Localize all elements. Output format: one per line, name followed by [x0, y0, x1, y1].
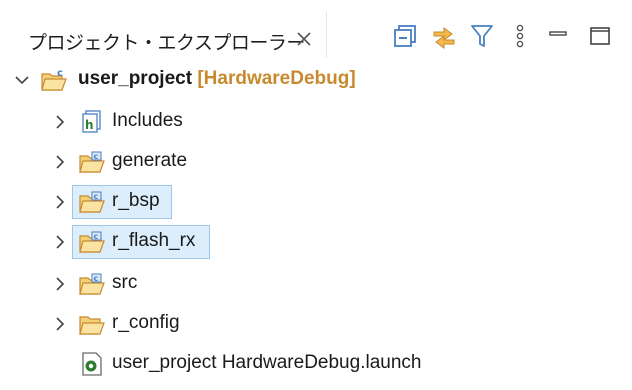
- tab-title: プロジェクト・エクスプローラー: [28, 33, 305, 54]
- chevron-right-icon[interactable]: [52, 194, 68, 210]
- maximize-icon[interactable]: [586, 22, 614, 50]
- source-folder-icon: c: [78, 228, 106, 256]
- chevron-down-icon[interactable]: [14, 72, 30, 88]
- tree-item-r-config[interactable]: r_config: [0, 306, 632, 342]
- folder-icon: [78, 310, 106, 338]
- link-with-editor-icon[interactable]: [430, 22, 458, 50]
- svg-text:c: c: [94, 192, 99, 201]
- close-icon[interactable]: [294, 29, 314, 49]
- tree-item-src[interactable]: c src: [0, 266, 632, 302]
- source-folder-icon: c: [78, 270, 106, 298]
- tree-item-generate[interactable]: c generate: [0, 144, 632, 180]
- tab-project-explorer[interactable]: プロジェクト・エクスプローラー: [8, 12, 327, 58]
- tree-item-r-bsp[interactable]: c r_bsp: [0, 184, 632, 220]
- tree-item-label: generate: [112, 150, 188, 171]
- source-folder-icon: c: [78, 188, 106, 216]
- source-folder-icon: c: [78, 148, 106, 176]
- tree-item-label: r_config: [112, 312, 180, 333]
- filter-icon[interactable]: [468, 22, 496, 50]
- build-config-decoration: [HardwareDebug]: [197, 68, 356, 89]
- tree-item-label: user_project HardwareDebug.launch: [112, 352, 422, 373]
- minimize-icon[interactable]: [544, 22, 572, 50]
- chevron-right-icon[interactable]: [52, 316, 68, 332]
- view-menu-icon[interactable]: [506, 22, 534, 50]
- tree-item-label: src: [112, 272, 138, 293]
- svg-text:c: c: [94, 152, 99, 161]
- svg-text:c: c: [94, 274, 99, 283]
- collapse-all-icon[interactable]: [392, 22, 420, 50]
- project-name: user_project: [78, 68, 193, 89]
- chevron-right-icon[interactable]: [52, 276, 68, 292]
- chevron-right-icon[interactable]: [52, 234, 68, 250]
- tree-item-includes[interactable]: h Includes: [0, 104, 632, 140]
- tree-item-label: r_bsp: [112, 190, 160, 211]
- tree-item-label: r_flash_rx: [112, 230, 196, 251]
- tree-item-r-flash-rx[interactable]: c r_flash_rx: [0, 224, 632, 260]
- svg-text:c: c: [94, 232, 99, 241]
- view-tab-bar: プロジェクト・エクスプローラー: [0, 0, 632, 58]
- tree-item-project[interactable]: c user_project [HardwareDebug]: [0, 62, 632, 98]
- launch-file-icon: [78, 350, 106, 378]
- tree-item-launch-file[interactable]: user_project HardwareDebug.launch: [0, 346, 632, 382]
- svg-text:c: c: [57, 68, 63, 79]
- c-project-icon: c: [40, 66, 68, 94]
- tree-item-label: Includes: [112, 110, 183, 131]
- chevron-right-icon[interactable]: [52, 154, 68, 170]
- svg-text:h: h: [85, 118, 94, 132]
- includes-icon: h: [78, 108, 106, 136]
- chevron-right-icon[interactable]: [52, 114, 68, 130]
